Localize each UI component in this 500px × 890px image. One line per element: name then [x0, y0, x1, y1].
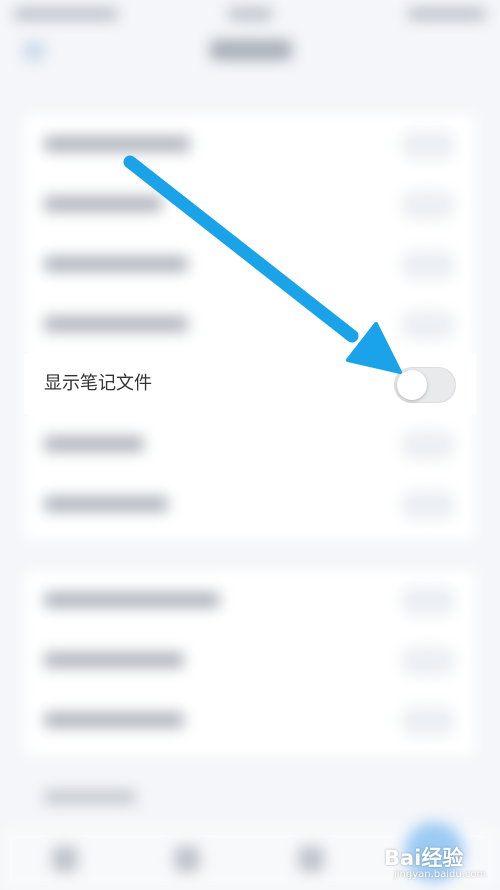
back-icon[interactable]: [24, 42, 44, 60]
section-header: [44, 790, 136, 804]
status-bar: [0, 0, 500, 28]
show-note-files-toggle[interactable]: [394, 367, 456, 403]
settings-row[interactable]: [24, 630, 476, 690]
tab-icon[interactable]: [298, 846, 324, 872]
settings-row[interactable]: [24, 294, 476, 354]
watermark-brand: Bai经验: [384, 846, 464, 870]
settings-row[interactable]: [24, 234, 476, 294]
status-bar-time: [228, 8, 272, 20]
toggle-knob: [397, 370, 427, 400]
page-title: [210, 40, 292, 60]
settings-group-2: [24, 570, 476, 756]
settings-group-1: [24, 114, 476, 540]
settings-row[interactable]: [24, 174, 476, 234]
settings-row-show-note-files[interactable]: 显示笔记文件: [24, 354, 476, 414]
blurred-background: [0, 0, 500, 890]
tab-icon[interactable]: [174, 846, 200, 872]
settings-row[interactable]: [24, 690, 476, 750]
watermark: Bai经验 jingyan.baidu.com: [384, 842, 492, 886]
watermark-url: jingyan.baidu.com: [394, 869, 487, 880]
settings-row[interactable]: [24, 570, 476, 630]
settings-row[interactable]: [24, 414, 476, 474]
settings-row[interactable]: [24, 114, 476, 174]
status-bar-battery: [408, 8, 486, 20]
show-note-files-label: 显示笔记文件: [44, 373, 152, 394]
tab-icon[interactable]: [52, 846, 78, 872]
status-bar-carrier: [14, 8, 118, 20]
settings-row[interactable]: [24, 474, 476, 534]
